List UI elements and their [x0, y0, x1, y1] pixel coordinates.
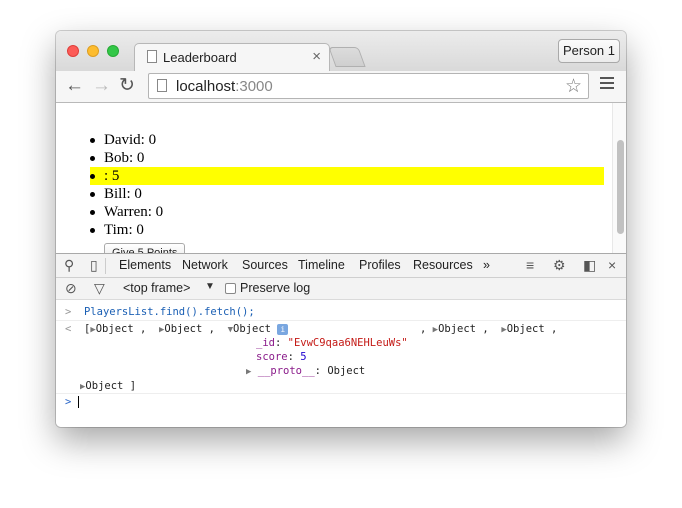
console-result-end: ▶Object ] [80, 380, 136, 392]
prompt-chevron-icon: > [65, 306, 72, 318]
minimize-window-button[interactable] [87, 45, 99, 57]
property-score-line: score: 5 [256, 351, 307, 363]
page-icon [147, 50, 157, 63]
console-command-line: > PlayersList.find().fetch(); [65, 306, 255, 318]
property-key: __proto__ [257, 365, 315, 377]
url-text: localhost:3000 [176, 78, 273, 95]
tab-sources[interactable]: Sources [242, 258, 288, 272]
object-item[interactable]: Object [96, 323, 134, 335]
console-result-line: < [▶Object , ▶Object , ▼Object i [65, 323, 289, 335]
more-tabs-icon[interactable]: » [483, 258, 490, 272]
new-tab-button[interactable] [328, 47, 366, 67]
url-host: localhost [176, 78, 236, 95]
browser-toolbar: ← → ↻ localhost:3000 ☆ [56, 71, 626, 103]
filter-icon[interactable]: ▽ [94, 280, 105, 297]
zoom-window-button[interactable] [107, 45, 119, 57]
object-item[interactable]: Object [85, 380, 123, 392]
player-item[interactable]: Tim: 0 [90, 221, 604, 239]
clear-console-icon[interactable]: ⊘ [65, 280, 77, 297]
tab-timeline[interactable]: Timeline [298, 258, 345, 272]
object-item[interactable]: Object [438, 323, 476, 335]
tab-elements[interactable]: Elements [119, 258, 171, 272]
page-scrollbar[interactable] [612, 103, 626, 253]
inspect-search-icon[interactable]: ⚲ [64, 257, 74, 274]
result-bracket-close: ] [129, 380, 137, 392]
tab-close-icon[interactable]: × [312, 48, 321, 65]
player-item[interactable]: David: 0 [90, 131, 604, 149]
info-icon[interactable]: i [277, 323, 289, 335]
console-prompt[interactable]: > [65, 396, 79, 408]
prompt-chevron-icon: > [65, 396, 72, 408]
url-port: :3000 [235, 78, 273, 95]
console-command: PlayersList.find().fetch(); [83, 306, 255, 318]
title-bar: Leaderboard × Person 1 [56, 31, 626, 71]
page-content: David: 0 Bob: 0: 5 Bill: 0 Warren: 0 Tim: 0 … [56, 103, 626, 253]
result-chevron-icon: < [65, 323, 72, 335]
player-item[interactable]: Bill: 0 [90, 185, 604, 203]
page-icon [157, 79, 167, 92]
player-item[interactable]: Warren: 0 [90, 203, 604, 221]
tab-title: Leaderboard [163, 50, 237, 65]
bookmark-star-icon[interactable]: ☆ [565, 75, 582, 98]
preserve-log-label: Preserve log [240, 281, 311, 295]
frame-select[interactable]: <top frame> [123, 281, 190, 295]
leaderboard-list: David: 0 Bob: 0: 5 Bill: 0 Warren: 0 Tim: 0 [90, 131, 604, 239]
console-drawer-icon[interactable]: ≡ [526, 257, 534, 273]
close-window-button[interactable] [67, 45, 79, 57]
property-id-line: _id: "EvwC9qaa6NEHLeuWs" [256, 337, 408, 349]
dock-side-icon[interactable]: ◧ [583, 257, 596, 274]
expand-triangle-icon[interactable]: ▶ [246, 367, 251, 377]
browser-window: Leaderboard × Person 1 ← → ↻ localhost:3… [56, 31, 626, 427]
divider [56, 393, 626, 394]
tab-leaderboard[interactable]: Leaderboard × [134, 43, 330, 71]
object-item[interactable]: Object [164, 323, 202, 335]
device-mode-icon[interactable]: ▯ [90, 257, 98, 274]
property-value: Object [327, 365, 366, 377]
settings-gear-icon[interactable]: ⚙ [553, 257, 566, 274]
reload-icon[interactable]: ↻ [119, 75, 135, 97]
divider [56, 320, 626, 321]
property-key: _id [256, 337, 275, 349]
forward-arrow-icon[interactable]: → [92, 75, 111, 97]
scrollbar-thumb[interactable] [617, 140, 624, 234]
close-devtools-icon[interactable]: × [608, 257, 616, 273]
object-item-expanded[interactable]: Object [233, 323, 271, 335]
player-item[interactable]: : 5 [90, 167, 604, 185]
property-key: score [256, 351, 288, 363]
property-value: 5 [300, 351, 307, 363]
property-value: "EvwC9qaa6NEHLeuWs" [287, 337, 408, 349]
tab-profiles[interactable]: Profiles [359, 258, 401, 272]
tab-network[interactable]: Network [182, 258, 228, 272]
player-item[interactable]: Bob: 0 [90, 149, 604, 167]
console-result-tail: , ▶Object , ▶Object , [420, 323, 558, 335]
chevron-down-icon[interactable]: ▼ [205, 281, 215, 292]
back-arrow-icon[interactable]: ← [65, 75, 84, 97]
property-proto-line: ▶ __proto__: Object [246, 365, 366, 377]
preserve-log-checkbox[interactable] [225, 283, 236, 294]
devtools-tabbar: ⚲ ▯ Elements Network Sources Timeline Pr… [56, 253, 626, 278]
profile-button[interactable]: Person 1 [558, 39, 620, 63]
console-output: > PlayersList.find().fetch(); < [▶Object… [56, 300, 626, 427]
console-toolbar: ⊘ ▽ <top frame> ▼ Preserve log [56, 278, 626, 300]
text-cursor [77, 396, 79, 408]
give-5-points-button[interactable]: Give 5 Points [104, 243, 186, 253]
tab-resources[interactable]: Resources [413, 258, 473, 272]
menu-icon[interactable] [600, 77, 614, 92]
toolbar-divider [105, 258, 106, 274]
address-bar[interactable]: localhost:3000 ☆ [148, 73, 589, 99]
object-item[interactable]: Object [507, 323, 545, 335]
